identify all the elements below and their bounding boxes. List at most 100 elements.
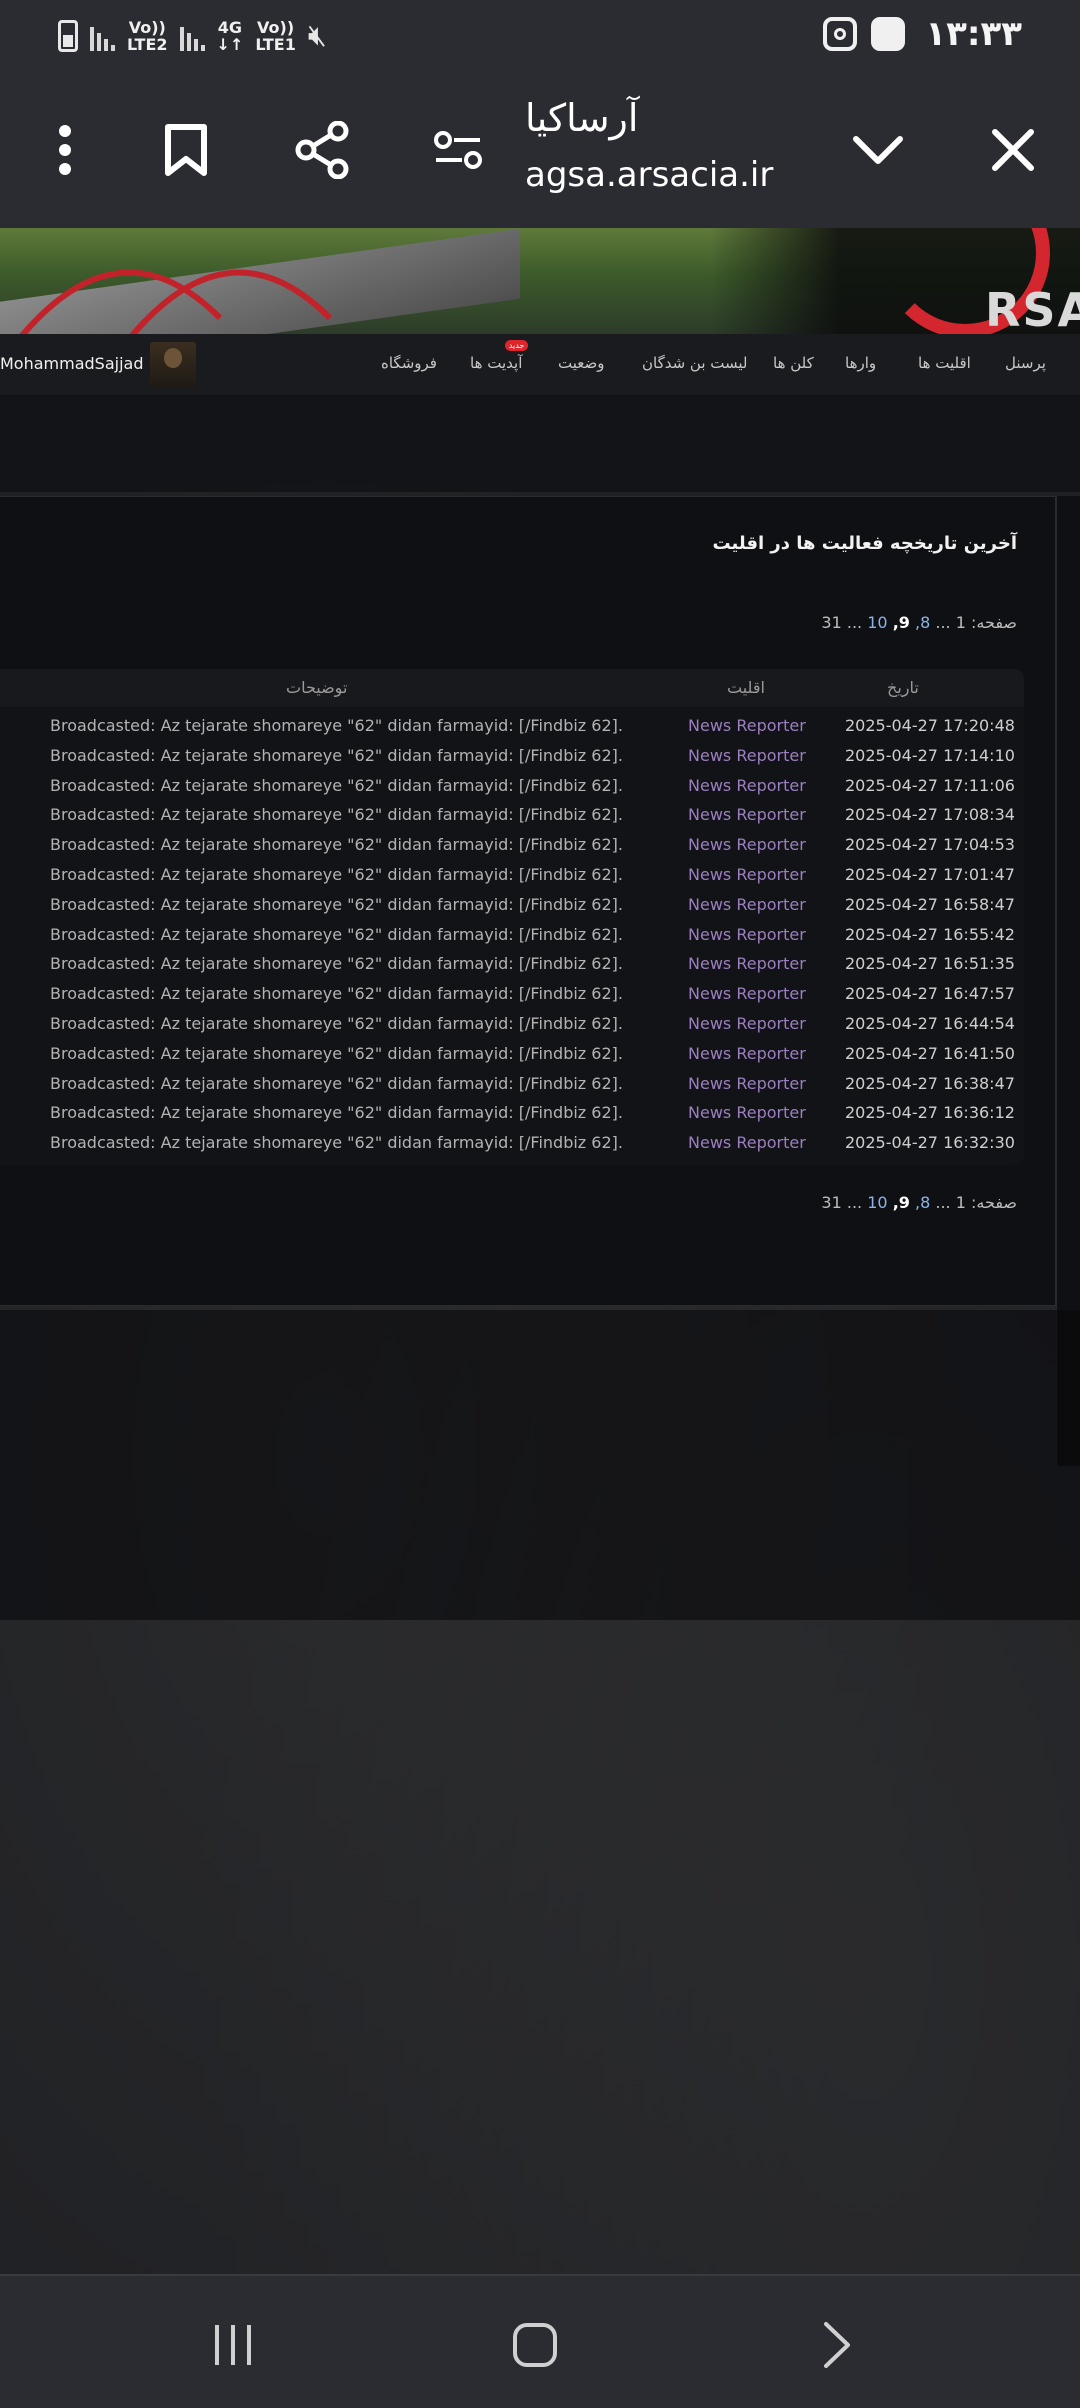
pager-page-9: 9, [892, 1193, 910, 1212]
status-left: Vo)) LTE2 4G ↓↑ Vo)) LTE1 🔇︎ [58, 18, 327, 53]
cell-date: 2025-04-27 16:36:12 [845, 1103, 1015, 1123]
pager-last[interactable]: 31 [821, 1193, 841, 1212]
table-row: Broadcasted: Az tejarate shomareye "62" … [0, 741, 1024, 771]
more-vertical-icon [59, 125, 71, 175]
instagram-icon [823, 17, 858, 51]
cell-date: 2025-04-27 16:58:47 [845, 894, 1015, 914]
page-title: آرساکیا [525, 96, 639, 140]
pager-ellipsis: ... [935, 613, 951, 632]
pager-label: صفحه: [971, 1193, 1017, 1212]
table-row: Broadcasted: Az tejarate shomareye "62" … [0, 920, 1024, 950]
cell-faction-link[interactable]: News Reporter [688, 805, 806, 824]
site-settings-button[interactable] [418, 110, 498, 190]
url-text: agsa.arsacia.ir [525, 155, 774, 195]
nav-item-personnel[interactable]: پرسنل [1005, 354, 1046, 372]
pager-last[interactable]: 31 [821, 613, 841, 632]
cell-description: Broadcasted: Az tejarate shomareye "62" … [50, 716, 623, 735]
pagination-bottom: صفحه: 1 ... 8, 9, 10 ... 31 [821, 1193, 1017, 1212]
cell-description: Broadcasted: Az tejarate shomareye "62" … [50, 865, 623, 884]
table-row: Broadcasted: Az tejarate shomareye "62" … [0, 830, 1024, 860]
status-bar: Vo)) LTE2 4G ↓↑ Vo)) LTE1 🔇︎ ۱۳:۳۳ [0, 0, 1080, 72]
system-nav-bar [0, 2274, 1080, 2408]
cell-faction-link[interactable]: News Reporter [688, 984, 806, 1003]
network-label-4g: 4G ↓↑ [216, 17, 244, 54]
cell-description: Broadcasted: Az tejarate shomareye "62" … [50, 1043, 623, 1063]
nav-item-wars[interactable]: وارها [845, 354, 876, 372]
mute-icon: 🔇︎ [307, 18, 327, 53]
pager-page-8[interactable]: 8, [915, 1193, 930, 1212]
cell-date: 2025-04-27 16:55:42 [845, 924, 1015, 944]
chevron-down-icon [853, 136, 903, 164]
column-header-faction: اقلیت [727, 678, 765, 697]
cell-faction-link[interactable]: News Reporter [688, 895, 806, 914]
pager-ellipsis: ... [846, 1193, 863, 1212]
more-options-button[interactable] [25, 110, 105, 190]
nav-item-updates[interactable]: آپدیت ها جدید [470, 340, 529, 372]
cell-faction-link[interactable]: News Reporter [688, 835, 806, 854]
avatar[interactable] [150, 342, 196, 388]
cell-faction-link[interactable]: News Reporter [688, 776, 806, 795]
pager-ellipsis: ... [935, 1193, 951, 1212]
cell-description: Broadcasted: Az tejarate shomareye "62" … [50, 984, 623, 1004]
cell-faction-link[interactable]: News Reporter [688, 746, 806, 765]
nav-item-factions[interactable]: اقلیت ها [918, 354, 971, 372]
tune-icon [434, 131, 482, 169]
table-row: Broadcasted: Az tejarate shomareye "62" … [0, 771, 1024, 801]
nav-item-status[interactable]: وضعیت [558, 354, 604, 372]
cell-date: 2025-04-27 16:47:57 [845, 984, 1015, 1004]
pager-first[interactable]: 1 [956, 613, 966, 632]
cell-description: Broadcasted: Az tejarate shomareye "62" … [50, 1014, 623, 1033]
cell-faction-link[interactable]: News Reporter [688, 954, 806, 973]
cell-faction-link[interactable]: News Reporter [688, 1133, 806, 1152]
home-button[interactable] [500, 2310, 570, 2380]
cell-description: Broadcasted: Az tejarate shomareye "62" … [50, 924, 623, 944]
cell-description: Broadcasted: Az tejarate shomareye "62" … [50, 805, 623, 825]
cell-date: 2025-04-27 16:38:47 [845, 1073, 1015, 1093]
cell-date: 2025-04-27 17:01:47 [845, 865, 1015, 884]
cell-faction-link[interactable]: News Reporter [688, 1014, 806, 1033]
cell-faction-link[interactable]: News Reporter [688, 716, 806, 735]
page-address[interactable]: آرساکیا agsa.arsacia.ir [525, 92, 773, 206]
table-row: Broadcasted: Az tejarate shomareye "62" … [0, 1039, 1024, 1069]
expand-button[interactable] [838, 110, 918, 190]
cell-date: 2025-04-27 17:04:53 [845, 835, 1015, 855]
table-row: Broadcasted: Az tejarate shomareye "62" … [0, 1069, 1024, 1099]
cell-faction-link[interactable]: News Reporter [688, 865, 806, 884]
table-row: Broadcasted: Az tejarate shomareye "62" … [0, 1009, 1024, 1039]
pager-page-10[interactable]: 10 [867, 613, 887, 632]
back-button[interactable] [802, 2310, 872, 2380]
nav-item-ban-list[interactable]: لیست بن شدگان [642, 354, 748, 372]
pager-first[interactable]: 1 [956, 1193, 966, 1212]
bookmark-button[interactable] [146, 110, 226, 190]
table-row: Broadcasted: Az tejarate shomareye "62" … [0, 1098, 1024, 1128]
cell-date: 2025-04-27 16:41:50 [845, 1043, 1015, 1063]
cell-faction-link[interactable]: News Reporter [688, 1044, 806, 1063]
share-button[interactable] [282, 110, 362, 190]
site-banner: RSA [0, 228, 1080, 334]
bookmark-icon [165, 124, 207, 176]
pager-page-10[interactable]: 10 [867, 1193, 887, 1212]
nav-item-shop[interactable]: فروشگاه [381, 354, 437, 372]
browser-toolbar: آرساکیا agsa.arsacia.ir [0, 72, 1080, 228]
cell-description: Broadcasted: Az tejarate shomareye "62" … [50, 745, 623, 765]
cell-faction-link[interactable]: News Reporter [688, 1103, 806, 1122]
signal-icon [179, 21, 205, 51]
activity-table: توضیحات اقلیت تاریخ Broadcasted: Az teja… [0, 669, 1024, 1165]
network-label-lte1: Vo)) LTE1 [255, 17, 296, 54]
signal-icon [90, 21, 115, 51]
username[interactable]: MohammadSajjad [0, 354, 143, 373]
panel-title: آخرین تاریخچه فعالیت ها در اقلیت [712, 533, 1017, 554]
cell-faction-link[interactable]: News Reporter [688, 1074, 806, 1093]
footer-band [0, 1310, 1080, 1620]
status-right: ۱۳:۳۳ [823, 14, 1022, 54]
nav-item-clans[interactable]: کلن ها [773, 354, 814, 372]
web-page: RSA پرسنل اقلیت ها وارها کلن ها لیست بن … [0, 228, 1080, 2274]
cell-date: 2025-04-27 16:51:35 [845, 954, 1015, 974]
close-tab-button[interactable] [973, 110, 1053, 190]
table-header: توضیحات اقلیت تاریخ [0, 669, 1024, 707]
pager-page-9: 9, [892, 613, 910, 632]
recent-apps-button[interactable] [198, 2310, 268, 2380]
network-label-lte2: Vo)) LTE2 [127, 17, 168, 54]
cell-faction-link[interactable]: News Reporter [688, 925, 806, 944]
pager-page-8[interactable]: 8, [915, 613, 930, 632]
